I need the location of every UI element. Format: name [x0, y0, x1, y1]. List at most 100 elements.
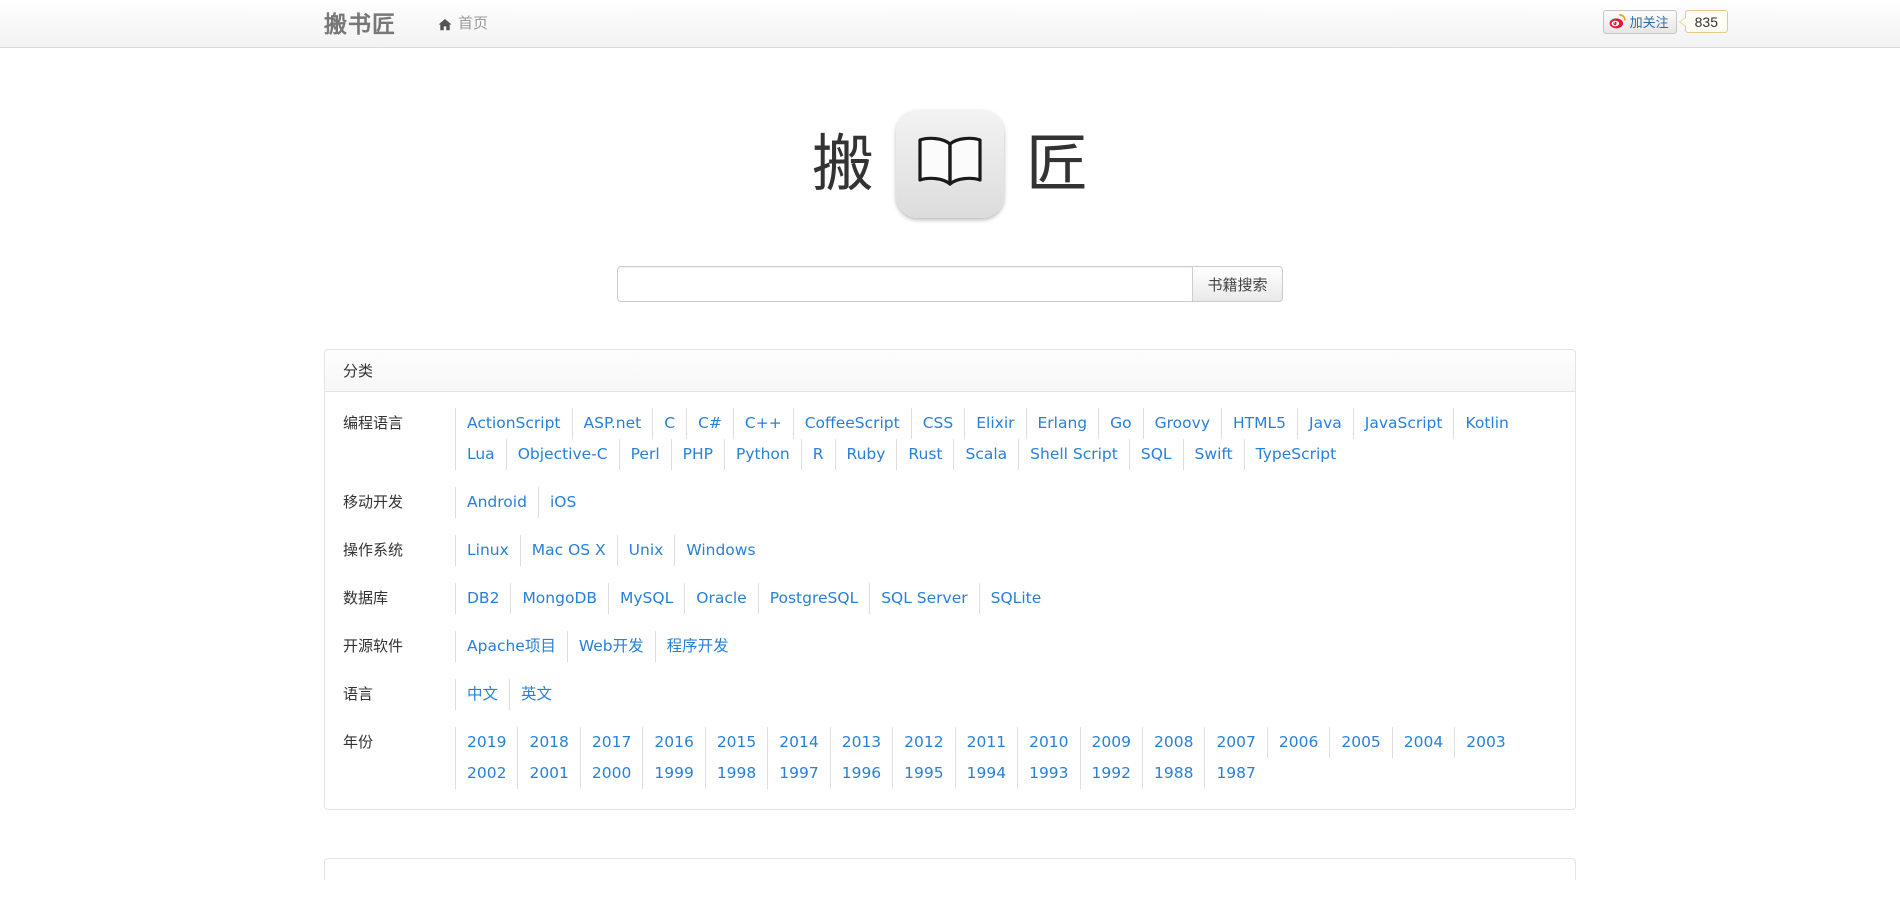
category-link[interactable]: 1999 [642, 758, 704, 789]
category-link[interactable]: 2003 [1454, 727, 1516, 758]
category-row-label: 移动开发 [343, 487, 455, 518]
category-link[interactable]: 1992 [1080, 758, 1142, 789]
category-link[interactable]: 2017 [580, 727, 642, 758]
category-row-label: 开源软件 [343, 631, 455, 662]
category-link[interactable]: Apache项目 [455, 631, 567, 662]
nav-item-home[interactable]: 首页 [426, 0, 500, 48]
site-brand-logo[interactable]: 搬书匠 [324, 0, 406, 48]
category-link[interactable]: MySQL [608, 583, 684, 614]
category-link[interactable]: Rust [896, 439, 953, 470]
category-link[interactable]: 2001 [517, 758, 579, 789]
category-row: 编程语言ActionScriptASP.netCC#C++CoffeeScrip… [343, 408, 1557, 470]
category-link[interactable]: SQL Server [869, 583, 978, 614]
category-link[interactable]: C# [686, 408, 733, 439]
category-link[interactable]: Go [1098, 408, 1143, 439]
category-link[interactable]: Erlang [1026, 408, 1099, 439]
category-link[interactable]: Android [455, 487, 538, 518]
category-link[interactable]: Web开发 [567, 631, 655, 662]
category-link[interactable]: 2019 [455, 727, 517, 758]
category-link[interactable]: 1995 [892, 758, 954, 789]
category-link[interactable]: 2005 [1329, 727, 1391, 758]
category-link[interactable]: 1993 [1017, 758, 1079, 789]
category-row-label: 语言 [343, 679, 455, 710]
category-link-list: 2019201820172016201520142013201220112010… [455, 727, 1557, 789]
category-link[interactable]: DB2 [455, 583, 510, 614]
category-link[interactable]: ActionScript [455, 408, 572, 439]
category-link[interactable]: Unix [617, 535, 675, 566]
category-link[interactable]: MongoDB [510, 583, 608, 614]
category-link[interactable]: PostgreSQL [758, 583, 870, 614]
book-search-button[interactable]: 书籍搜索 [1192, 266, 1282, 302]
category-link[interactable]: TypeScript [1244, 439, 1348, 470]
weibo-follower-count: 835 [1685, 10, 1728, 33]
category-link[interactable]: SQL [1129, 439, 1183, 470]
primary-nav: 首页 [426, 0, 500, 48]
category-link[interactable]: JavaScript [1353, 408, 1454, 439]
category-link[interactable]: SQLite [979, 583, 1053, 614]
category-link[interactable]: 1994 [955, 758, 1017, 789]
category-link[interactable]: Lua [455, 439, 506, 470]
category-link[interactable]: 1987 [1204, 758, 1266, 789]
category-link[interactable]: Perl [619, 439, 671, 470]
category-link[interactable]: 2007 [1204, 727, 1266, 758]
category-link[interactable]: 2002 [455, 758, 517, 789]
category-link[interactable]: Mac OS X [520, 535, 617, 566]
category-link[interactable]: iOS [538, 487, 587, 518]
category-link[interactable]: Shell Script [1018, 439, 1129, 470]
search-input[interactable] [617, 266, 1192, 302]
category-link[interactable]: 2010 [1017, 727, 1079, 758]
category-link[interactable]: Windows [674, 535, 766, 566]
category-link[interactable]: 2013 [830, 727, 892, 758]
weibo-follow-button[interactable]: 加关注 [1603, 10, 1677, 34]
category-link[interactable]: C [652, 408, 686, 439]
category-row-label: 数据库 [343, 583, 455, 614]
category-link[interactable]: Oracle [684, 583, 757, 614]
category-link[interactable]: 2015 [705, 727, 767, 758]
category-link[interactable]: R [801, 439, 835, 470]
category-link[interactable]: 1998 [705, 758, 767, 789]
category-link[interactable]: Python [724, 439, 801, 470]
category-link[interactable]: Objective-C [506, 439, 619, 470]
category-link[interactable]: Scala [953, 439, 1018, 470]
category-link[interactable]: 2006 [1267, 727, 1329, 758]
category-link[interactable]: 2011 [955, 727, 1017, 758]
category-link[interactable]: Linux [455, 535, 520, 566]
category-link[interactable]: Ruby [835, 439, 897, 470]
category-link[interactable]: 1996 [830, 758, 892, 789]
category-row-label: 编程语言 [343, 408, 455, 439]
category-row: 移动开发AndroidiOS [343, 487, 1557, 518]
category-link[interactable]: Java [1297, 408, 1353, 439]
home-icon [438, 18, 452, 32]
logo-char-left: 搬 [812, 133, 874, 195]
category-link[interactable]: Swift [1183, 439, 1244, 470]
search-group: 书籍搜索 [617, 266, 1282, 302]
nav-item-home-label: 首页 [458, 0, 488, 48]
category-link[interactable]: ASP.net [572, 408, 653, 439]
category-link[interactable]: HTML5 [1221, 408, 1297, 439]
category-link[interactable]: 1988 [1142, 758, 1204, 789]
category-link[interactable]: CSS [911, 408, 965, 439]
category-link[interactable]: 2008 [1142, 727, 1204, 758]
category-link[interactable]: 2004 [1392, 727, 1454, 758]
next-panel-partial [324, 858, 1576, 880]
category-link[interactable]: 2018 [517, 727, 579, 758]
category-link[interactable]: 2016 [642, 727, 704, 758]
categories-panel-body: 编程语言ActionScriptASP.netCC#C++CoffeeScrip… [325, 392, 1575, 809]
categories-panel-title: 分类 [325, 350, 1575, 392]
category-link[interactable]: 程序开发 [655, 631, 740, 662]
category-link[interactable]: C++ [733, 408, 793, 439]
main-container: 分类 编程语言ActionScriptASP.netCC#C++CoffeeSc… [324, 302, 1576, 880]
category-link[interactable]: 2000 [580, 758, 642, 789]
category-link[interactable]: PHP [671, 439, 724, 470]
category-link[interactable]: CoffeeScript [793, 408, 911, 439]
category-link[interactable]: Groovy [1143, 408, 1221, 439]
category-link[interactable]: Kotlin [1453, 408, 1519, 439]
category-link[interactable]: 中文 [455, 679, 509, 710]
logo-book-badge [896, 110, 1004, 218]
category-link[interactable]: Elixir [964, 408, 1025, 439]
category-link[interactable]: 英文 [509, 679, 563, 710]
category-link[interactable]: 2009 [1080, 727, 1142, 758]
category-link[interactable]: 2012 [892, 727, 954, 758]
category-link[interactable]: 2014 [767, 727, 829, 758]
category-link[interactable]: 1997 [767, 758, 829, 789]
